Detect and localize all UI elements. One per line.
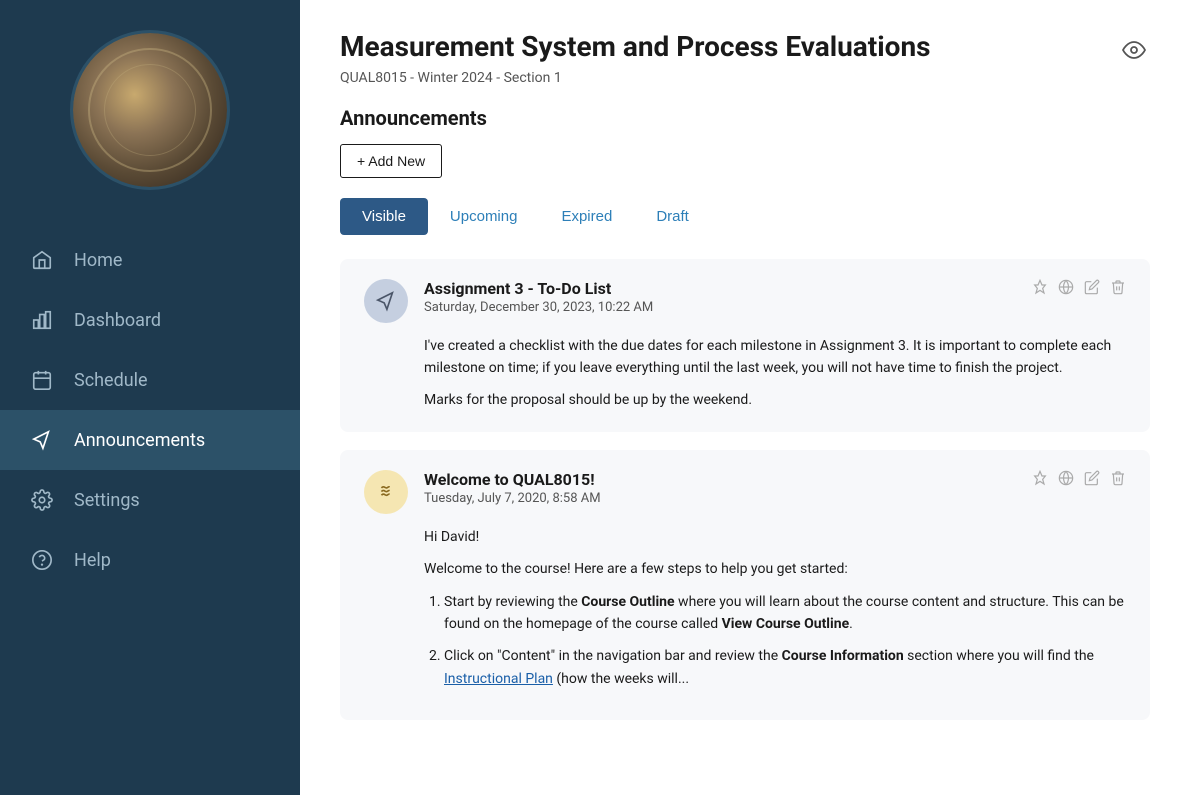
sidebar-item-dashboard[interactable]: Dashboard: [0, 290, 300, 350]
announcement-title: Assignment 3 - To-Do List: [424, 279, 653, 298]
settings-icon: [30, 488, 54, 512]
tab-expired[interactable]: Expired: [539, 198, 634, 235]
announcement-body-para-1: I've created a checklist with the due da…: [424, 335, 1126, 380]
edit-icon-2[interactable]: [1084, 470, 1100, 486]
list-item-1: Start by reviewing the Course Outline wh…: [444, 591, 1126, 636]
page-title-block: Measurement System and Process Evaluatio…: [340, 30, 931, 86]
announcement-tabs: Visible Upcoming Expired Draft: [340, 198, 1150, 235]
instructional-plan-link[interactable]: Instructional Plan: [444, 671, 553, 687]
announcement-avatar: [364, 279, 408, 323]
list-item-2: Click on "Content" in the navigation bar…: [444, 645, 1126, 690]
announcement-date: Saturday, December 30, 2023, 10:22 AM: [424, 300, 653, 315]
sidebar-item-announcements-label: Announcements: [74, 430, 205, 451]
delete-icon[interactable]: [1110, 279, 1126, 295]
announcement-body-para-2: Marks for the proposal should be up by t…: [424, 389, 1126, 411]
sidebar-item-home-label: Home: [74, 250, 122, 271]
schedule-icon: [30, 368, 54, 392]
sidebar-item-home[interactable]: Home: [0, 230, 300, 290]
announcements-icon: [30, 428, 54, 452]
section-title: Announcements: [340, 106, 1150, 130]
announcement-actions: [1032, 279, 1126, 295]
announcements-section: Announcements + Add New Visible Upcoming…: [340, 106, 1150, 739]
announcement-card-2: Welcome to QUAL8015! Tuesday, July 7, 20…: [340, 450, 1150, 720]
announcement-intro: Hi David!: [424, 526, 1126, 548]
avatar-image: [73, 33, 227, 187]
help-icon: [30, 548, 54, 572]
announcement-actions-2: [1032, 470, 1126, 486]
announcement-body-2: Hi David! Welcome to the course! Here ar…: [364, 526, 1126, 690]
announcement-intro-2: Welcome to the course! Here are a few st…: [424, 558, 1126, 580]
announcement-title-block-2: Welcome to QUAL8015! Tuesday, July 7, 20…: [424, 470, 601, 506]
sidebar-item-settings[interactable]: Settings: [0, 470, 300, 530]
announcement-body: I've created a checklist with the due da…: [364, 335, 1126, 412]
globe-icon[interactable]: [1058, 279, 1074, 295]
announcement-header-2: Welcome to QUAL8015! Tuesday, July 7, 20…: [364, 470, 1126, 514]
page-header: Measurement System and Process Evaluatio…: [340, 30, 1150, 86]
announcement-title-2: Welcome to QUAL8015!: [424, 470, 601, 489]
announcement-avatar-2: [364, 470, 408, 514]
sidebar-item-dashboard-label: Dashboard: [74, 310, 161, 331]
pin-icon[interactable]: [1032, 279, 1048, 295]
tab-upcoming[interactable]: Upcoming: [428, 198, 540, 235]
megaphone-icon: [375, 290, 397, 312]
globe-icon-2[interactable]: [1058, 470, 1074, 486]
announcement-card: Assignment 3 - To-Do List Saturday, Dece…: [340, 259, 1150, 432]
sidebar-item-schedule[interactable]: Schedule: [0, 350, 300, 410]
edit-icon[interactable]: [1084, 279, 1100, 295]
eye-icon-button[interactable]: [1118, 34, 1150, 66]
announcement-title-block: Assignment 3 - To-Do List Saturday, Dece…: [424, 279, 653, 315]
sidebar-item-help[interactable]: Help: [0, 530, 300, 590]
tab-visible[interactable]: Visible: [340, 198, 428, 235]
sidebar-navigation: Home Dashboard Schedule: [0, 220, 300, 600]
announcement-date-2: Tuesday, July 7, 2020, 8:58 AM: [424, 491, 601, 506]
page-title: Measurement System and Process Evaluatio…: [340, 30, 931, 64]
announcement-header: Assignment 3 - To-Do List Saturday, Dece…: [364, 279, 1126, 323]
eye-icon: [1122, 38, 1146, 62]
sidebar: Home Dashboard Schedule: [0, 0, 300, 795]
announcement-list: Start by reviewing the Course Outline wh…: [424, 591, 1126, 691]
announcement-left-2: Welcome to QUAL8015! Tuesday, July 7, 20…: [364, 470, 601, 514]
home-icon: [30, 248, 54, 272]
delete-icon-2[interactable]: [1110, 470, 1126, 486]
sidebar-avatar: [70, 30, 230, 190]
dashboard-icon: [30, 308, 54, 332]
main-content: Measurement System and Process Evaluatio…: [300, 0, 1190, 795]
tab-draft[interactable]: Draft: [634, 198, 711, 235]
sidebar-item-settings-label: Settings: [74, 490, 140, 511]
announcement-left: Assignment 3 - To-Do List Saturday, Dece…: [364, 279, 653, 323]
sidebar-item-announcements[interactable]: Announcements: [0, 410, 300, 470]
sidebar-item-help-label: Help: [74, 550, 111, 571]
page-subtitle: QUAL8015 - Winter 2024 - Section 1: [340, 70, 931, 86]
add-new-button[interactable]: + Add New: [340, 144, 442, 178]
sidebar-item-schedule-label: Schedule: [74, 370, 148, 391]
wave-icon: [375, 481, 397, 503]
pin-icon-2[interactable]: [1032, 470, 1048, 486]
